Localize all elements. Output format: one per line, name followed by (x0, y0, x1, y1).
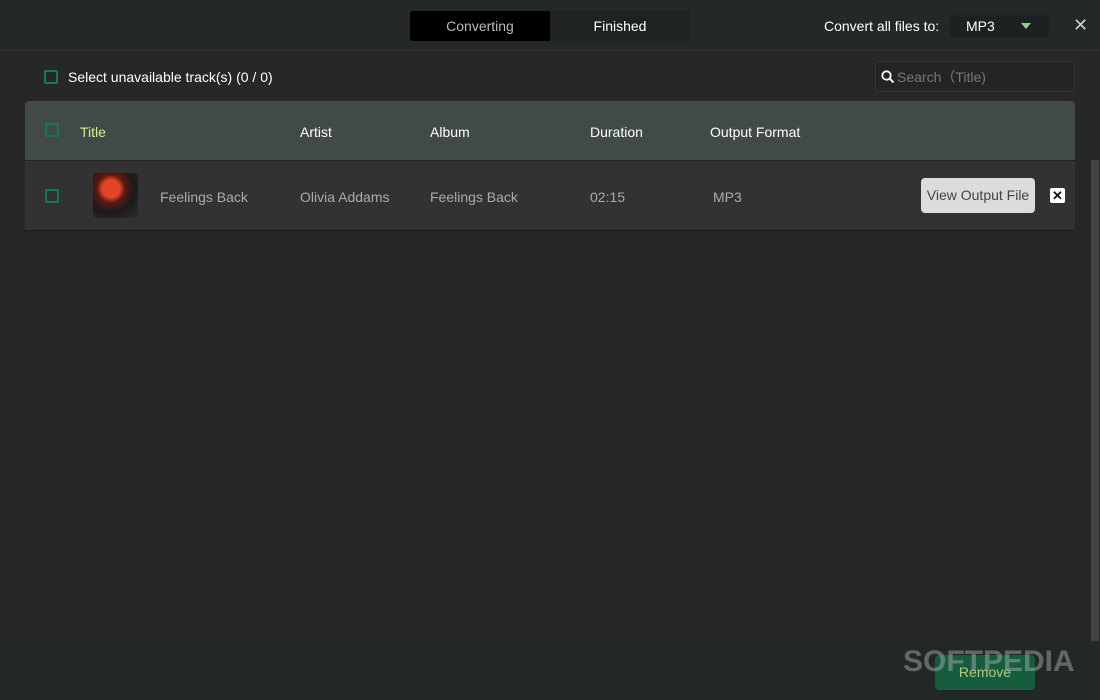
search-placeholder: Search（Title) (897, 68, 986, 85)
convert-all-label: Convert all files to: (824, 18, 940, 34)
col-album[interactable]: Album (430, 124, 470, 140)
select-unavailable[interactable]: Select unavailable track(s) (0 / 0) (44, 69, 273, 85)
search-input[interactable]: Search（Title) (875, 61, 1075, 92)
dropdown-arrow-icon (1021, 23, 1031, 29)
table-header: Title Artist Album Duration Output Forma… (25, 101, 1075, 161)
col-title[interactable]: Title (80, 124, 106, 140)
row-checkbox[interactable] (45, 189, 59, 203)
album-cover (93, 173, 138, 218)
footer: Remove SOFTPEDIA (0, 641, 1100, 700)
col-artist[interactable]: Artist (300, 124, 332, 140)
select-all-checkbox[interactable] (45, 123, 59, 137)
track-duration: 02:15 (590, 189, 626, 205)
remove-row-icon[interactable]: ✕ (1050, 188, 1065, 203)
format-select[interactable]: MP3 (950, 15, 1049, 37)
tab-converting[interactable]: Converting (410, 11, 550, 41)
close-icon[interactable]: ✕ (1073, 15, 1088, 35)
col-duration[interactable]: Duration (590, 124, 643, 140)
scrollbar[interactable] (1091, 160, 1099, 641)
track-format: MP3 (713, 189, 742, 205)
table-row: Feelings Back Olivia Addams Feelings Bac… (25, 161, 1075, 231)
track-title: Feelings Back (160, 189, 248, 205)
tab-switcher: Converting Finished (410, 11, 690, 41)
col-output-format[interactable]: Output Format (710, 124, 800, 140)
track-album: Feelings Back (430, 189, 518, 205)
view-output-file-button[interactable]: View Output File (921, 178, 1035, 213)
select-unavailable-label: Select unavailable track(s) (0 / 0) (68, 69, 273, 85)
watermark-logo: SOFTPEDIA (903, 645, 1075, 678)
tab-finished[interactable]: Finished (550, 11, 690, 41)
format-value: MP3 (966, 18, 995, 34)
track-artist: Olivia Addams (300, 189, 390, 205)
search-icon (881, 69, 895, 83)
select-unavailable-checkbox[interactable] (44, 70, 58, 84)
track-table: Title Artist Album Duration Output Forma… (25, 101, 1075, 231)
title-bar: Converting Finished Convert all files to… (0, 0, 1100, 51)
